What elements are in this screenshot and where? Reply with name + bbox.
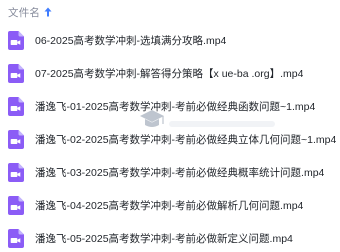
- file-name[interactable]: 潘逸飞-01-2025高考数学冲刺-考前必做经典函数问题~1.mp4: [35, 99, 315, 114]
- video-file-icon: [8, 196, 24, 215]
- file-row[interactable]: 潘逸飞-05-2025高考数学冲刺-考前必做新定义问题.mp4: [0, 222, 340, 252]
- file-name[interactable]: 潘逸飞-05-2025高考数学冲刺-考前必做新定义问题.mp4: [35, 231, 293, 246]
- file-row[interactable]: 潘逸飞-02-2025高考数学冲刺-考前必做经典立体几何问题~1.mp4: [0, 123, 340, 156]
- video-file-icon: [8, 97, 24, 116]
- file-name[interactable]: 07-2025高考数学冲刺-解答得分策略【x ue-ba .org】.mp4: [35, 66, 303, 81]
- video-file-icon: [8, 163, 24, 182]
- file-row[interactable]: 潘逸飞-04-2025高考数学冲刺-考前必做解析几何问题.mp4: [0, 189, 340, 222]
- video-file-icon: [8, 229, 24, 248]
- file-name[interactable]: 潘逸飞-04-2025高考数学冲刺-考前必做解析几何问题.mp4: [35, 198, 303, 213]
- video-file-icon: [8, 130, 24, 149]
- filename-column-header[interactable]: 文件名: [8, 5, 40, 20]
- file-row[interactable]: 潘逸飞-01-2025高考数学冲刺-考前必做经典函数问题~1.mp4: [0, 90, 340, 123]
- file-name[interactable]: 潘逸飞-03-2025高考数学冲刺-考前必做经典概率统计问题.mp4: [35, 165, 324, 180]
- file-row[interactable]: 潘逸飞-03-2025高考数学冲刺-考前必做经典概率统计问题.mp4: [0, 156, 340, 189]
- file-name[interactable]: 06-2025高考数学冲刺-选填满分攻略.mp4: [35, 33, 226, 48]
- file-list: 06-2025高考数学冲刺-选填满分攻略.mp4 07-2025高考数学冲刺-解…: [0, 24, 340, 252]
- sort-arrow-up-icon[interactable]: [44, 7, 52, 17]
- file-name[interactable]: 潘逸飞-02-2025高考数学冲刺-考前必做经典立体几何问题~1.mp4: [35, 132, 336, 147]
- video-file-icon: [8, 64, 24, 83]
- file-list-page: 文件名 06-2025高考数学冲刺-选填满分攻略.mp4 07-2025高考数学…: [0, 0, 340, 252]
- file-row[interactable]: 07-2025高考数学冲刺-解答得分策略【x ue-ba .org】.mp4: [0, 57, 340, 90]
- video-file-icon: [8, 31, 24, 50]
- file-row[interactable]: 06-2025高考数学冲刺-选填满分攻略.mp4: [0, 24, 340, 57]
- file-list-header: 文件名: [0, 0, 340, 24]
